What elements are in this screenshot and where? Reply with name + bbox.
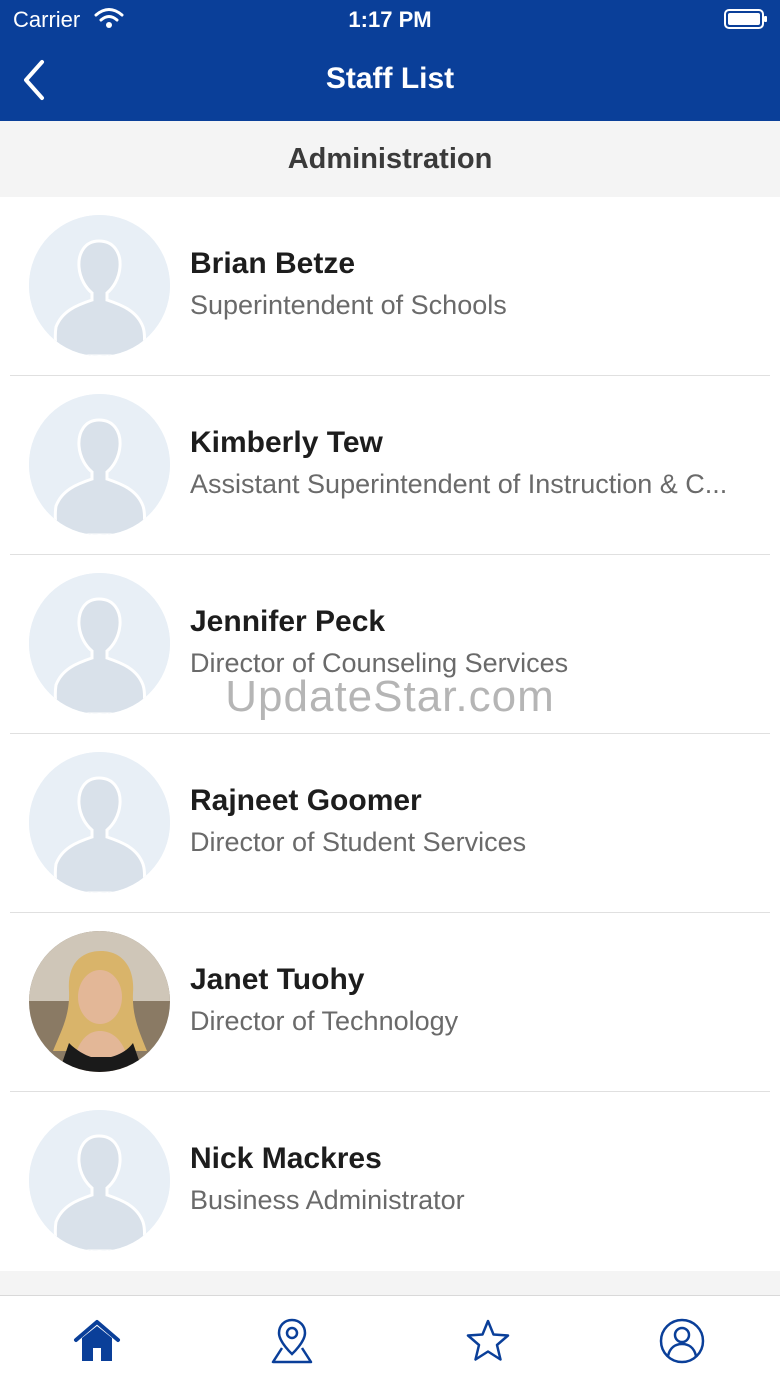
home-icon	[74, 1320, 120, 1361]
avatar	[29, 215, 170, 356]
person-placeholder-icon	[29, 215, 170, 356]
tab-map[interactable]	[267, 1316, 317, 1366]
staff-row[interactable]: Nick Mackres Business Administrator	[0, 1092, 780, 1271]
map-pin-icon	[271, 1318, 313, 1364]
staff-row[interactable]: Brian Betze Superintendent of Schools	[0, 197, 780, 376]
staff-photo	[29, 931, 170, 1072]
clock-label: 1:17 PM	[348, 7, 432, 32]
list-footer-spacer	[0, 1271, 780, 1295]
status-bar: Carrier 1:17 PM	[0, 0, 780, 40]
staff-list: Brian Betze Superintendent of Schools Kimb…	[0, 197, 780, 1271]
tab-bar	[0, 1295, 780, 1387]
avatar	[29, 931, 170, 1072]
avatar	[29, 752, 170, 893]
section-header: Administration	[0, 121, 780, 197]
page-title: Staff List	[325, 62, 455, 95]
staff-name: Kimberly Tew	[190, 426, 383, 459]
staff-row[interactable]: Rajneet Goomer Director of Student Servic…	[0, 734, 780, 913]
staff-row[interactable]: Jennifer Peck Director of Counseling Serv…	[0, 555, 780, 734]
tab-home[interactable]	[72, 1316, 122, 1366]
staff-name: Jennifer Peck	[190, 605, 386, 638]
tab-favorites[interactable]	[463, 1316, 513, 1366]
person-placeholder-icon	[29, 1110, 170, 1251]
avatar	[29, 573, 170, 714]
avatar	[29, 394, 170, 535]
staff-name: Brian Betze	[190, 247, 356, 280]
staff-title: Director of Technology	[190, 1006, 459, 1036]
navigation-bar: Staff List	[0, 40, 780, 121]
staff-title: Director of Counseling Services	[190, 648, 569, 678]
tab-profile[interactable]	[657, 1316, 707, 1366]
person-placeholder-icon	[29, 752, 170, 893]
avatar	[29, 1110, 170, 1251]
star-icon	[466, 1319, 510, 1361]
staff-title: Business Administrator	[190, 1185, 465, 1215]
staff-name: Janet Tuohy	[190, 963, 365, 996]
battery-icon	[724, 9, 767, 29]
staff-title: Superintendent of Schools	[190, 290, 507, 320]
staff-title: Director of Student Services	[190, 827, 527, 857]
staff-name: Nick Mackres	[190, 1142, 382, 1175]
person-placeholder-icon	[29, 394, 170, 535]
person-placeholder-icon	[29, 573, 170, 714]
staff-row[interactable]: Janet Tuohy Director of Technology	[0, 913, 780, 1092]
staff-row[interactable]: Kimberly Tew Assistant Superintendent of …	[0, 376, 780, 555]
user-circle-icon	[659, 1318, 705, 1364]
staff-name: Rajneet Goomer	[190, 784, 422, 817]
staff-title: Assistant Superintendent of Instruction …	[190, 469, 728, 499]
